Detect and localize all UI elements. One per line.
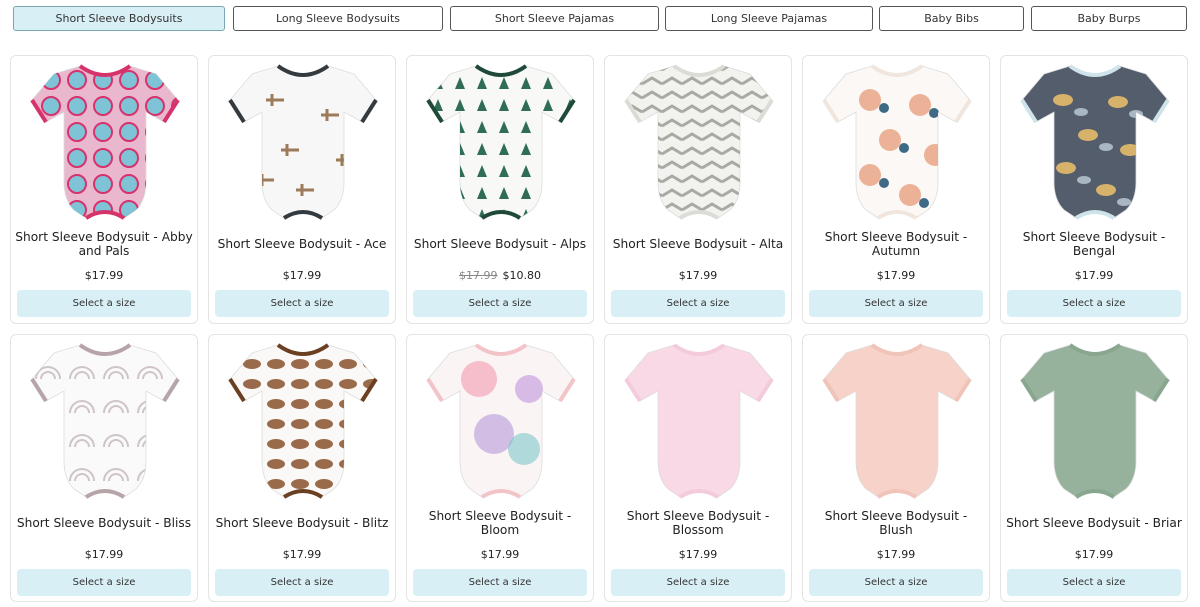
select-size-button[interactable]: Select a size [809, 290, 983, 317]
product-title[interactable]: Short Sleeve Bodysuit - Ace [213, 223, 391, 265]
product-title[interactable]: Short Sleeve Bodysuit - Alta [609, 223, 787, 265]
tab-baby-burps[interactable]: Baby Burps [1031, 6, 1187, 31]
product-title[interactable]: Short Sleeve Bodysuit - Blush [807, 502, 985, 544]
product-image[interactable] [820, 60, 974, 220]
product-price: $17.99 [605, 548, 791, 561]
product-card[interactable]: Short Sleeve Bodysuit - Alta $17.99 Select… [604, 55, 792, 324]
product-title[interactable]: Short Sleeve Bodysuit - Briar [1005, 502, 1183, 544]
product-price: $17.99 [407, 548, 593, 561]
product-card[interactable]: Short Sleeve Bodysuit - Blush $17.99 Selec… [802, 334, 990, 602]
product-title[interactable]: Short Sleeve Bodysuit - Alps [411, 223, 589, 265]
product-image[interactable] [424, 339, 578, 499]
product-title[interactable]: Short Sleeve Bodysuit - Bloom [411, 502, 589, 544]
current-price: $17.99 [1074, 269, 1114, 282]
product-image[interactable] [28, 339, 182, 499]
product-card[interactable]: Short Sleeve Bodysuit - Bengal $17.99 Sele… [1000, 55, 1188, 324]
product-title[interactable]: Short Sleeve Bodysuit - Autumn [807, 223, 985, 265]
product-image[interactable] [226, 339, 380, 499]
product-card[interactable]: Short Sleeve Bodysuit - Briar $17.99 Selec… [1000, 334, 1188, 602]
product-title[interactable]: Short Sleeve Bodysuit - Blossom [609, 502, 787, 544]
product-image[interactable] [28, 60, 182, 220]
original-price: $17.99 [459, 269, 498, 282]
select-size-button[interactable]: Select a size [17, 290, 191, 317]
tab-long-sleeve-pajamas[interactable]: Long Sleeve Pajamas [665, 6, 873, 31]
product-title[interactable]: Short Sleeve Bodysuit - Bliss [15, 502, 193, 544]
select-size-button[interactable]: Select a size [17, 569, 191, 596]
product-price: $17.99 [11, 269, 197, 282]
product-image[interactable] [622, 339, 776, 499]
tab-baby-bibs[interactable]: Baby Bibs [879, 6, 1024, 31]
current-price: $17.99 [84, 548, 124, 561]
product-image[interactable] [226, 60, 380, 220]
current-price: $17.99 [84, 269, 124, 282]
product-image[interactable] [1018, 339, 1172, 499]
current-price: $17.99 [678, 269, 718, 282]
current-price: $17.99 [282, 548, 322, 561]
product-price: $17.99 [1001, 269, 1187, 282]
current-price: $17.99 [480, 548, 520, 561]
product-image[interactable] [622, 60, 776, 220]
select-size-button[interactable]: Select a size [413, 569, 587, 596]
current-price: $17.99 [282, 269, 322, 282]
product-title[interactable]: Short Sleeve Bodysuit - Blitz [213, 502, 391, 544]
product-image[interactable] [424, 60, 578, 220]
current-price: $17.99 [876, 548, 916, 561]
select-size-button[interactable]: Select a size [1007, 569, 1181, 596]
select-size-button[interactable]: Select a size [1007, 290, 1181, 317]
current-price: $10.80 [502, 269, 542, 282]
product-price: $17.99 $10.80 [407, 269, 593, 282]
category-tabs: Short Sleeve Bodysuits Long Sleeve Bodys… [13, 6, 1187, 31]
product-title[interactable]: Short Sleeve Bodysuit - Bengal [1005, 223, 1183, 265]
product-price: $17.99 [803, 269, 989, 282]
product-price: $17.99 [605, 269, 791, 282]
product-card[interactable]: Short Sleeve Bodysuit - Alps $17.99 $10.80… [406, 55, 594, 324]
product-image[interactable] [820, 339, 974, 499]
product-price: $17.99 [803, 548, 989, 561]
product-price: $17.99 [209, 269, 395, 282]
select-size-button[interactable]: Select a size [809, 569, 983, 596]
product-price: $17.99 [1001, 548, 1187, 561]
product-price: $17.99 [11, 548, 197, 561]
current-price: $17.99 [876, 269, 916, 282]
product-card[interactable]: Short Sleeve Bodysuit - Blossom $17.99 Sel… [604, 334, 792, 602]
product-card[interactable]: Short Sleeve Bodysuit - Abby and Pals $17… [10, 55, 198, 324]
tab-long-sleeve-bodysuits[interactable]: Long Sleeve Bodysuits [233, 6, 443, 31]
select-size-button[interactable]: Select a size [215, 569, 389, 596]
product-title[interactable]: Short Sleeve Bodysuit - Abby and Pals [15, 223, 193, 265]
current-price: $17.99 [678, 548, 718, 561]
current-price: $17.99 [1074, 548, 1114, 561]
product-card[interactable]: Short Sleeve Bodysuit - Bliss $17.99 Selec… [10, 334, 198, 602]
product-card[interactable]: Short Sleeve Bodysuit - Bloom $17.99 Selec… [406, 334, 594, 602]
select-size-button[interactable]: Select a size [611, 290, 785, 317]
product-card[interactable]: Short Sleeve Bodysuit - Blitz $17.99 Selec… [208, 334, 396, 602]
tab-short-sleeve-bodysuits[interactable]: Short Sleeve Bodysuits [13, 6, 225, 31]
select-size-button[interactable]: Select a size [611, 569, 785, 596]
product-image[interactable] [1018, 60, 1172, 220]
tab-short-sleeve-pajamas[interactable]: Short Sleeve Pajamas [450, 6, 659, 31]
product-card[interactable]: Short Sleeve Bodysuit - Autumn $17.99 Sele… [802, 55, 990, 324]
product-card[interactable]: Short Sleeve Bodysuit - Ace $17.99 Select … [208, 55, 396, 324]
select-size-button[interactable]: Select a size [413, 290, 587, 317]
product-price: $17.99 [209, 548, 395, 561]
select-size-button[interactable]: Select a size [215, 290, 389, 317]
